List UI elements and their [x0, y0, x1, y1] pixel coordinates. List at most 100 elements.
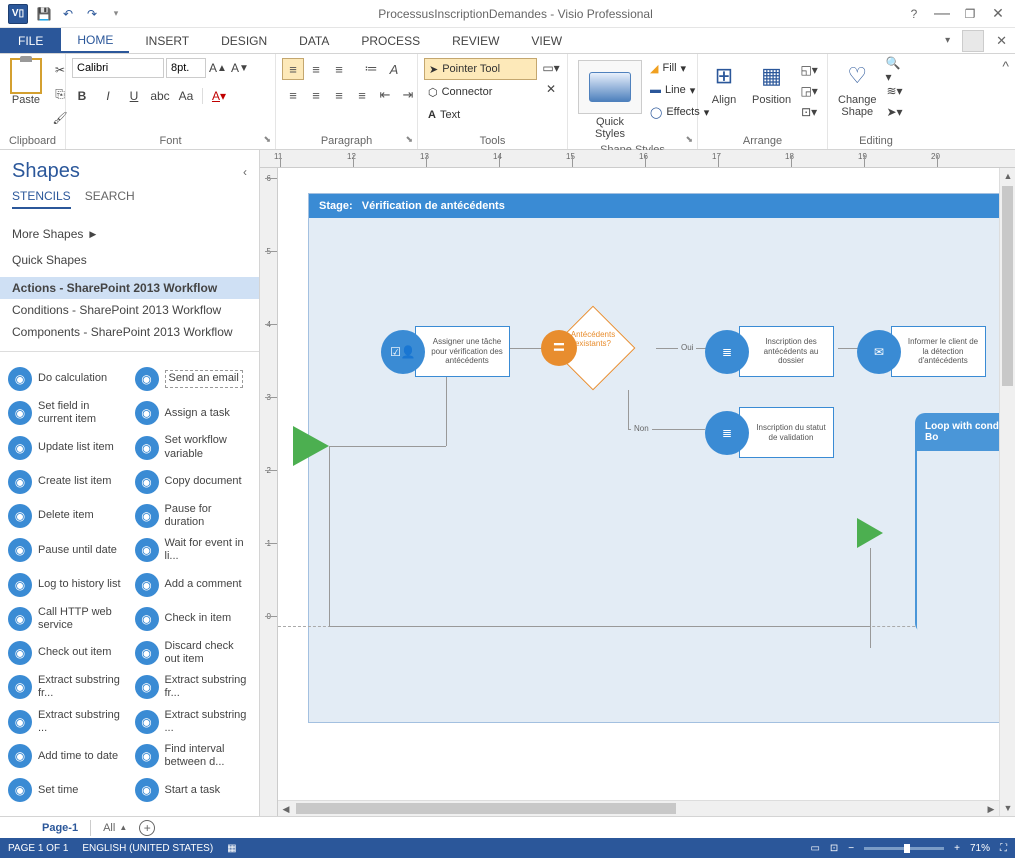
task-inscription-statut[interactable]: ≣ Inscription du statut de validation	[705, 407, 834, 458]
page-tab-1[interactable]: Page-1	[30, 820, 91, 836]
paragraph-dialog-launcher-icon[interactable]: ⬊	[405, 134, 413, 145]
tab-data[interactable]: DATA	[283, 28, 345, 53]
help-icon[interactable]: ?	[907, 7, 921, 21]
shape-item[interactable]: ◉Discard check out item	[131, 638, 256, 668]
avatar[interactable]	[962, 30, 984, 52]
shape-item[interactable]: ◉Set field in current item	[4, 398, 129, 428]
change-shape-button[interactable]: ♡ Change Shape	[834, 58, 881, 120]
paste-button[interactable]: Paste	[6, 58, 46, 108]
shape-item[interactable]: ◉Extract substring ...	[4, 707, 129, 737]
bullets-button[interactable]: ≔	[360, 58, 382, 80]
align-justify-button[interactable]: ≡	[351, 84, 373, 106]
undo-icon[interactable]: ↶	[60, 6, 76, 22]
stencil-components[interactable]: Components - SharePoint 2013 Workflow	[0, 321, 259, 343]
font-dialog-launcher-icon[interactable]: ⬊	[263, 134, 271, 145]
zoom-level[interactable]: 71%	[970, 843, 990, 854]
text-tool-button[interactable]: A Text	[424, 104, 537, 126]
shape-item[interactable]: ◉Copy document	[131, 467, 256, 497]
align-button[interactable]: ⊞ Align	[704, 58, 744, 108]
scroll-down-icon[interactable]: ▼	[1000, 800, 1015, 816]
layers-icon[interactable]: ≋▾	[885, 81, 905, 101]
qat-customize-icon[interactable]: ▾	[108, 6, 124, 22]
start-shape[interactable]	[293, 426, 329, 466]
shape-item[interactable]: ◉Start a task	[131, 775, 256, 805]
zoom-out-button[interactable]: −	[848, 843, 854, 854]
presentation-mode-icon[interactable]: ▭	[810, 843, 819, 854]
freeform-tool-button[interactable]: ✕	[541, 79, 561, 99]
shape-item[interactable]: ◉Find interval between d...	[131, 741, 256, 771]
task-informer[interactable]: ✉ Informer le client de la détection d'a…	[857, 326, 986, 377]
shape-item[interactable]: ◉Pause until date	[4, 535, 129, 565]
more-shapes-button[interactable]: More Shapes ▶	[0, 215, 259, 247]
underline-button[interactable]: U	[124, 86, 144, 106]
increase-font-icon[interactable]: A▲	[208, 58, 228, 78]
vertical-scrollbar[interactable]: ▲ ▼	[999, 168, 1015, 816]
tab-file[interactable]: FILE	[0, 28, 61, 53]
shape-item[interactable]: ◉Set workflow variable	[131, 432, 256, 462]
shape-item[interactable]: ◉Add time to date	[4, 741, 129, 771]
add-page-button[interactable]: +	[139, 820, 155, 836]
task-inscription-dossier[interactable]: ≣ Inscription des antécédents au dossier	[705, 326, 834, 377]
clear-format-button[interactable]: A	[383, 58, 405, 80]
shape-item[interactable]: ◉Set time	[4, 775, 129, 805]
horizontal-scrollbar[interactable]: ◀ ▶	[278, 800, 999, 816]
shapes-panel-collapse-icon[interactable]: ‹	[243, 165, 247, 179]
stencil-conditions[interactable]: Conditions - SharePoint 2013 Workflow	[0, 299, 259, 321]
shape-item[interactable]: ◉Extract substring fr...	[4, 672, 129, 702]
fit-window-icon[interactable]: ⛶	[1000, 843, 1007, 854]
decision-shape[interactable]: = Antécédents existants?	[550, 305, 636, 391]
save-icon[interactable]: 💾	[36, 6, 52, 22]
redo-icon[interactable]: ↷	[84, 6, 100, 22]
bring-front-icon[interactable]: ◱▾	[799, 60, 819, 80]
connector[interactable]	[870, 548, 871, 648]
collapse-ribbon-icon[interactable]: ^	[996, 54, 1015, 149]
shape-item[interactable]: ◉Call HTTP web service	[4, 604, 129, 634]
bold-button[interactable]: B	[72, 86, 92, 106]
align-middle-button[interactable]: ≡	[305, 58, 327, 80]
tab-search[interactable]: SEARCH	[85, 189, 135, 209]
shape-item[interactable]: ◉Extract substring fr...	[131, 672, 256, 702]
decrease-indent-button[interactable]: ⇤	[374, 84, 396, 106]
tab-design[interactable]: DESIGN	[205, 28, 283, 53]
connector[interactable]	[329, 446, 330, 626]
quick-styles-button[interactable]: Quick Styles	[574, 58, 646, 142]
connector[interactable]	[381, 446, 446, 447]
restore-icon[interactable]: ❐	[963, 7, 977, 21]
scroll-up-icon[interactable]: ▲	[1000, 168, 1015, 184]
scroll-left-icon[interactable]: ◀	[278, 801, 294, 816]
shape-item[interactable]: ◉Add a comment	[131, 570, 256, 600]
zoom-in-button[interactable]: +	[954, 843, 960, 854]
connector[interactable]	[329, 626, 870, 627]
font-color-button[interactable]: A▾	[209, 86, 229, 106]
align-center-button[interactable]: ≡	[305, 84, 327, 106]
send-back-icon[interactable]: ◲▾	[799, 81, 819, 101]
strike-button[interactable]: abc	[150, 86, 170, 106]
pointer-tool-button[interactable]: ➤ Pointer Tool	[424, 58, 537, 80]
connector[interactable]	[329, 446, 381, 447]
shape-item[interactable]: ◉Send an email	[131, 364, 256, 394]
stencil-actions[interactable]: Actions - SharePoint 2013 Workflow	[0, 277, 259, 299]
tab-insert[interactable]: INSERT	[129, 28, 205, 53]
loop-entry-shape[interactable]	[857, 518, 883, 551]
task-assign[interactable]: ☑👤 Assigner une tâche pour vérification …	[381, 326, 510, 377]
zoom-slider[interactable]	[864, 847, 944, 850]
decrease-font-icon[interactable]: A▼	[230, 58, 250, 78]
page-tab-all[interactable]: All ▲	[103, 822, 127, 834]
tab-home[interactable]: HOME	[61, 28, 129, 53]
ribbon-close-icon[interactable]: ✕	[996, 33, 1007, 49]
tab-review[interactable]: REVIEW	[436, 28, 515, 53]
drawing-canvas[interactable]: Stage: Vérification de antécédents	[278, 168, 1015, 816]
change-case-button[interactable]: Aa	[176, 86, 196, 106]
align-bottom-button[interactable]: ≡	[328, 58, 350, 80]
shape-item[interactable]: ◉Log to history list	[4, 570, 129, 600]
position-button[interactable]: ▦ Position	[748, 58, 795, 108]
rectangle-tool-button[interactable]: ▭▾	[541, 58, 561, 78]
shape-item[interactable]: ◉Check in item	[131, 604, 256, 634]
align-right-button[interactable]: ≡	[328, 84, 350, 106]
close-icon[interactable]: ✕	[991, 7, 1005, 21]
tab-stencils[interactable]: STENCILS	[12, 189, 71, 209]
status-language[interactable]: ENGLISH (UNITED STATES)	[82, 843, 213, 854]
find-icon[interactable]: 🔍▾	[885, 60, 905, 80]
shape-item[interactable]: ◉Extract substring ...	[131, 707, 256, 737]
shape-item[interactable]: ◉Do calculation	[4, 364, 129, 394]
